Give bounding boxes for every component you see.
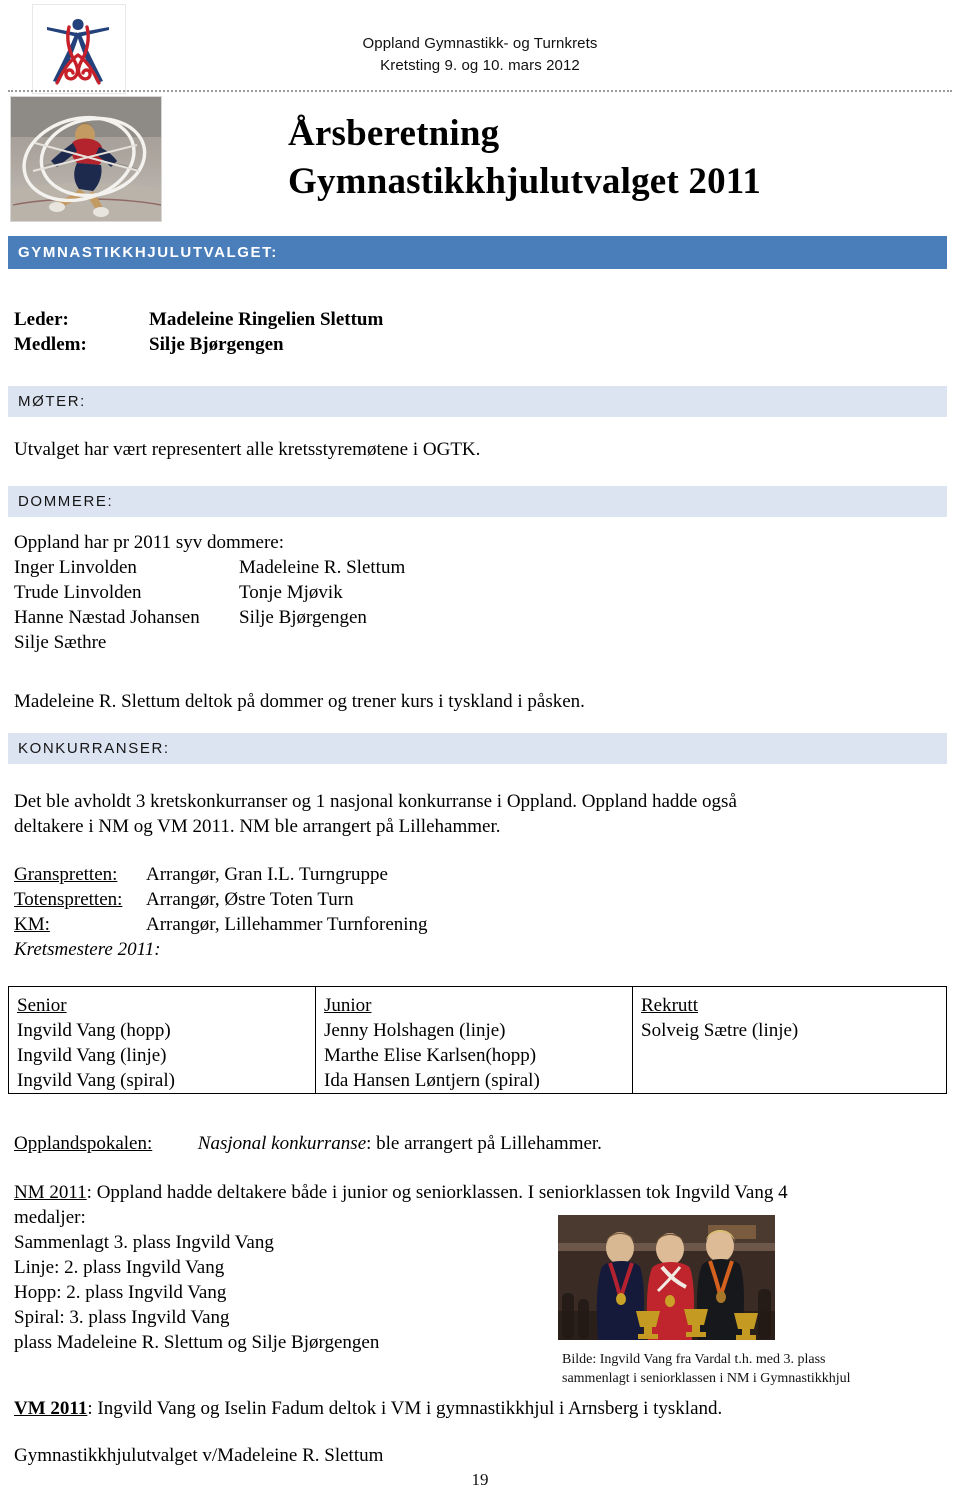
section-heading-committee: GYMNASTIKKHJULUTVALGET: [8,236,947,269]
judge-name-empty [239,630,539,655]
oppland-cup-label: Opplandspokalen: [14,1133,153,1154]
nm-result: Linje: 2. plass Ingvild Vang [14,1257,225,1278]
table-cell: Ingvild Vang (spiral) [17,1070,175,1091]
org-name: Oppland Gymnastikk- og Turnkrets [362,35,598,52]
event-organizer: Arrangør, Østre Toten Turn [146,889,354,910]
column-header: Junior [324,995,372,1016]
table-cell: Ingvild Vang (linje) [17,1045,167,1066]
medalists-photo [558,1215,775,1340]
vm-row: VM 2011: Ingvild Vang og Iselin Fadum de… [14,1396,944,1421]
caption-line-1: Bilde: Ingvild Vang fra Vardal t.h. med … [562,1352,826,1367]
table-column-junior: Junior Jenny Holshagen (linje) Marthe El… [316,987,633,1093]
event-organizer: Arrangør, Gran I.L. Turngruppe [146,864,388,885]
title-line-1: Årsberetning [288,113,500,154]
wheel-gymnast-image [11,97,161,221]
document-title: Årsberetning Gymnastikkhjulutvalget 2011 [288,110,948,206]
judge-name: Tonje Mjøvik [239,582,343,603]
nm-block: NM 2011: Oppland hadde deltakere både i … [14,1180,944,1355]
committee-role: Medlem: [14,334,87,355]
wheel-gymnast-photo [10,96,162,222]
committee-name: Silje Bjørgengen [149,334,284,355]
nm-result: Sammenlagt 3. plass Ingvild Vang [14,1232,274,1253]
page-header: Oppland Gymnastikk- og Turnkrets Kretsti… [0,0,960,94]
committee-name: Madeleine Ringelien Slettum [149,309,384,330]
org-header-text: Oppland Gymnastikk- og Turnkrets Kretsti… [0,33,960,77]
competition-event-row: KM: Arrangør, Lillehammer Turnforening [14,912,714,937]
judges-block: Oppland har pr 2011 syv dommere: Inger L… [14,530,914,655]
committee-role: Leder: [14,309,69,330]
judges-row: Hanne Næstad Johansen Silje Bjørgengen [14,605,914,630]
judge-name: Trude Linvolden [14,582,142,603]
caption-line-2: sammenlagt i seniorklassen i NM i Gymnas… [562,1371,851,1386]
column-header: Rekrutt [641,995,698,1016]
table-cell: Ingvild Vang (hopp) [17,1020,171,1041]
competition-event-row: Totenspretten: Arrangør, Østre Toten Tur… [14,887,714,912]
competitions-para-line-1: Det ble avholdt 3 kretskonkurranser og 1… [14,791,737,812]
nm-result: Hopp: 2. plass Ingvild Vang [14,1282,227,1303]
committee-row: Medlem: Silje Bjørgengen [14,332,714,357]
competitions-paragraph: Det ble avholdt 3 kretskonkurranser og 1… [14,789,934,839]
medalists-image [558,1215,775,1340]
table-column-senior: Senior Ingvild Vang (hopp) Ingvild Vang … [9,987,316,1093]
nm-label: NM 2011 [14,1182,87,1203]
judges-intro: Oppland har pr 2011 syv dommere: [14,532,284,553]
oppland-cup-rest: : ble arrangert på Lillehammer. [366,1133,602,1154]
judge-name: Hanne Næstad Johansen [14,607,200,628]
champions-table: Senior Ingvild Vang (hopp) Ingvild Vang … [8,986,947,1094]
nm-intro-line-2: medaljer: [14,1207,86,1228]
vm-label: VM 2011 [14,1398,88,1419]
vm-text: : Ingvild Vang og Iselin Fadum deltok i … [87,1398,723,1419]
judge-name: Silje Sæthre [14,632,107,653]
judges-note: Madeleine R. Slettum deltok på dommer og… [14,691,585,712]
column-header: Senior [17,995,67,1016]
nm-intro-line-1: : Oppland hadde deltakere både i junior … [86,1182,788,1203]
judges-row: Trude Linvolden Tonje Mjøvik [14,580,914,605]
table-cell: Marthe Elise Karlsen(hopp) [324,1045,537,1066]
document-page: Oppland Gymnastikk- og Turnkrets Kretsti… [0,0,960,1506]
judges-row: Inger Linvolden Madeleine R. Slettum [14,555,914,580]
header-divider [8,90,952,92]
section-heading-judges: DOMMERE: [8,486,947,517]
event-date: Kretsting 9. og 10. mars 2012 [380,57,580,74]
signature-line: Gymnastikkhjulutvalget v/Madeleine R. Sl… [14,1445,384,1466]
event-organizer: Arrangør, Lillehammer Turnforening [146,914,428,935]
page-number: 19 [471,1470,489,1489]
judge-name: Silje Bjørgengen [239,607,367,628]
event-name: Granspretten: [14,864,118,885]
meetings-text: Utvalget har vært representert alle kret… [14,439,481,460]
table-cell: Jenny Holshagen (linje) [324,1020,506,1041]
competition-events-list: Granspretten: Arrangør, Gran I.L. Turngr… [14,862,714,962]
event-name: Totenspretten: [14,889,123,910]
champions-label: Kretsmestere 2011: [14,939,161,960]
judge-name: Madeleine R. Slettum [239,557,406,578]
judges-row: Silje Sæthre [14,630,914,655]
section-heading-competitions: KONKURRANSER: [8,733,947,764]
oppland-cup-row: Opplandspokalen: Nasjonal konkurranse: b… [14,1131,934,1156]
table-cell: Ida Hansen Løntjern (spiral) [324,1070,540,1091]
table-cell: Solveig Sætre (linje) [641,1020,799,1041]
competition-event-row: Granspretten: Arrangør, Gran I.L. Turngr… [14,862,714,887]
competitions-para-line-2: deltakere i NM og VM 2011. NM ble arrang… [14,816,501,837]
event-name: KM: [14,914,50,935]
title-line-2: Gymnastikkhjulutvalget 2011 [288,161,762,202]
committee-row: Leder: Madeleine Ringelien Slettum [14,307,714,332]
section-heading-meetings: MØTER: [8,386,947,417]
nm-result: Spiral: 3. plass Ingvild Vang [14,1307,230,1328]
oppland-cup-italic: Nasjonal konkurranse [197,1133,367,1154]
judge-name: Inger Linvolden [14,557,137,578]
committee-list: Leder: Madeleine Ringelien Slettum Medle… [14,307,714,357]
nm-intro: NM 2011: Oppland hadde deltakere både i … [14,1180,944,1205]
photo-caption: Bilde: Ingvild Vang fra Vardal t.h. med … [562,1350,942,1388]
table-column-rekrutt: Rekrutt Solveig Sætre (linje) [633,987,946,1093]
